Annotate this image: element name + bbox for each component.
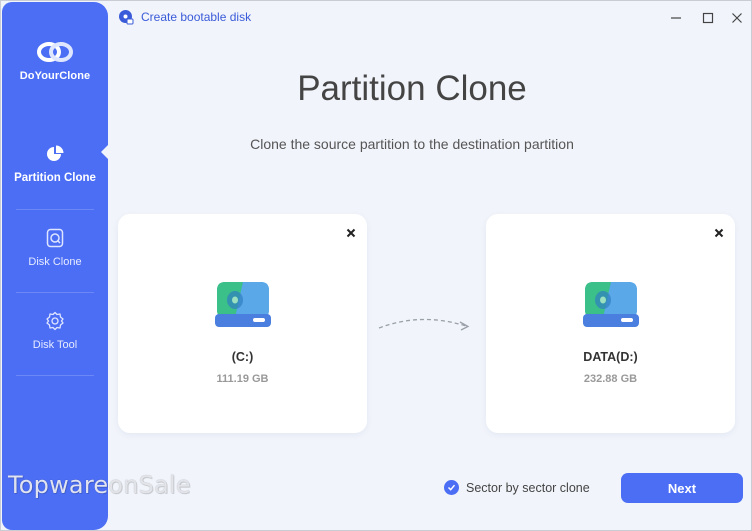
pie-chart-icon (47, 145, 64, 161)
sector-clone-label: Sector by sector clone (466, 480, 590, 495)
sidebar-item-label: Disk Tool (32, 339, 78, 351)
sidebar-item-disk-clone[interactable]: Disk Clone (2, 228, 108, 268)
nav-divider (16, 375, 94, 376)
close-icon (732, 13, 742, 23)
minimize-button[interactable] (667, 9, 685, 27)
nav-divider (16, 292, 94, 293)
bootable-disc-icon (119, 10, 134, 25)
maximize-icon (702, 12, 714, 24)
page-subtitle: Clone the source partition to the destin… (250, 136, 574, 152)
page-title: Partition Clone (297, 69, 527, 108)
remove-source-button[interactable] (345, 226, 357, 238)
active-indicator (101, 144, 109, 160)
next-button[interactable]: Next (621, 473, 743, 503)
create-bootable-disk-label: Create bootable disk (141, 10, 252, 24)
app-name: DoYourClone (19, 70, 91, 82)
hard-drive-icon (215, 282, 271, 327)
source-drive-name: (C:) (231, 350, 254, 364)
checkbox-checked-icon[interactable] (444, 480, 459, 495)
sidebar: DoYourClone Partition Clone Disk Clone D… (2, 2, 108, 530)
close-icon (346, 228, 356, 238)
remove-destination-button[interactable] (713, 226, 725, 238)
destination-drive-size: 232.88 GB (583, 373, 638, 385)
minimize-icon (671, 17, 681, 19)
logo-icon (37, 42, 73, 62)
destination-partition-card[interactable]: DATA(D:) 232.88 GB (486, 214, 735, 433)
close-icon (714, 228, 724, 238)
watermark-text-tail: onSale (108, 471, 191, 499)
gear-icon (46, 311, 64, 331)
sector-clone-checkbox[interactable]: Sector by sector clone (444, 480, 590, 495)
sidebar-item-label: Partition Clone (14, 172, 96, 184)
nav-divider (16, 209, 94, 210)
clone-direction-arrow-icon (378, 318, 470, 331)
sidebar-item-partition-clone[interactable]: Partition Clone (2, 144, 108, 184)
destination-drive-name: DATA(D:) (583, 350, 638, 364)
source-drive-size: 111.19 GB (216, 373, 269, 385)
close-window-button[interactable] (728, 9, 746, 27)
sidebar-item-label: Disk Clone (28, 256, 82, 268)
sidebar-item-disk-tool[interactable]: Disk Tool (2, 311, 108, 351)
hard-drive-icon (583, 282, 639, 327)
app-window: DoYourClone Partition Clone Disk Clone D… (0, 0, 752, 531)
source-partition-card[interactable]: (C:) 111.19 GB (118, 214, 367, 433)
maximize-button[interactable] (699, 9, 717, 27)
disk-icon (46, 228, 64, 248)
app-logo: DoYourClone (2, 40, 108, 82)
create-bootable-disk-link[interactable]: Create bootable disk (118, 9, 251, 25)
